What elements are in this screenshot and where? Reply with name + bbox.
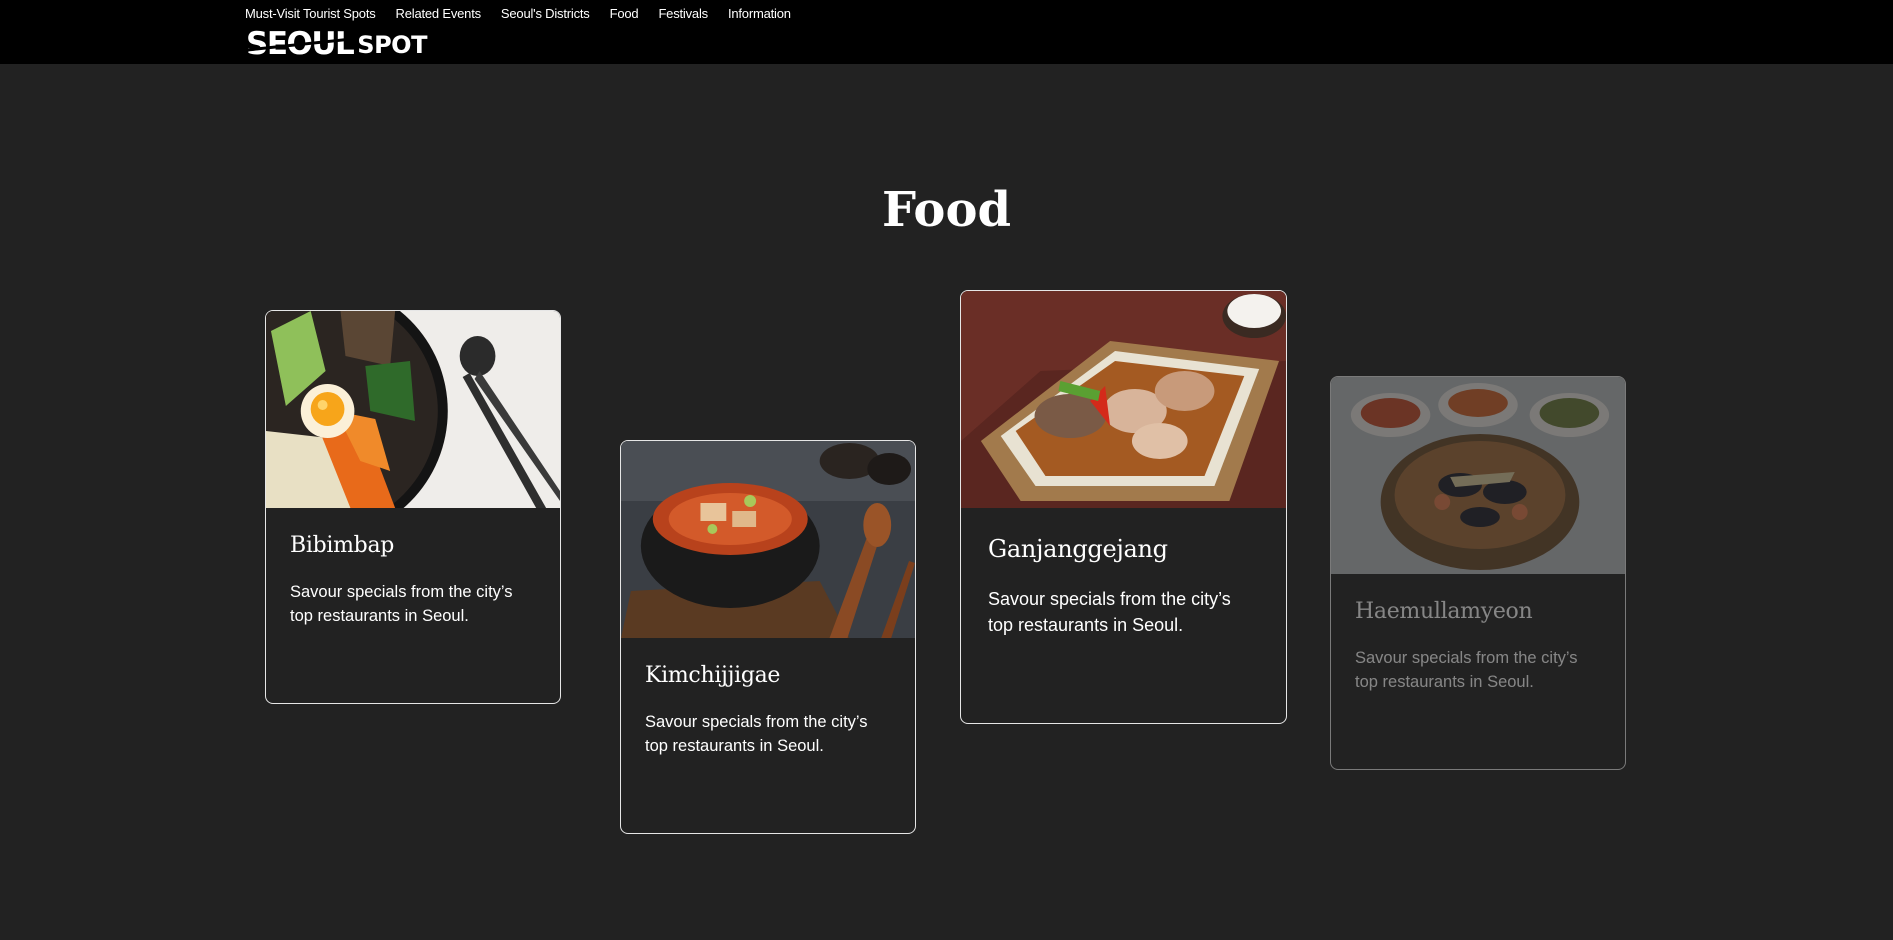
- card-title: Kimchijjigae: [645, 663, 781, 688]
- card-description: Savour specials from the city’s top rest…: [1355, 649, 1578, 691]
- card-title: Haemullamyeon: [1355, 599, 1533, 624]
- nav-item-must-visit-tourist-spots[interactable]: Must-Visit Tourist Spots: [245, 5, 376, 23]
- site-logo[interactable]: SEOUL SPOT: [246, 27, 427, 60]
- card-description: Savour specials from the city’s top rest…: [988, 589, 1231, 635]
- card-title: Ganjanggejang: [988, 535, 1168, 563]
- logo-secondary-text: SPOT: [357, 31, 427, 59]
- nav-item-festivals[interactable]: Festivals: [658, 5, 708, 23]
- nav-item-food[interactable]: Food: [610, 5, 639, 23]
- logo-primary-text: SEOUL: [246, 29, 355, 60]
- top-header: Must-Visit Tourist Spots Related Events …: [0, 0, 1893, 64]
- nav-item-related-events[interactable]: Related Events: [396, 5, 482, 23]
- food-card-haemullamyeon[interactable]: Haemullamyeon Savour specials from the c…: [1330, 376, 1626, 770]
- main-nav: Must-Visit Tourist Spots Related Events …: [245, 5, 791, 23]
- page-title: Food: [881, 182, 1012, 238]
- card-description: Savour specials from the city’s top rest…: [290, 583, 513, 625]
- nav-item-information[interactable]: Information: [728, 5, 791, 23]
- food-card-bibimbap[interactable]: Bibimbap Savour specials from the city’s…: [265, 310, 561, 704]
- food-card-kimchijjigae[interactable]: Kimchijjigae Savour specials from the ci…: [620, 440, 916, 834]
- kimchi-stew-photo-icon: [621, 441, 915, 638]
- card-description: Savour specials from the city’s top rest…: [645, 713, 868, 755]
- seafood-ramen-photo-icon: [1331, 377, 1625, 574]
- bibimbap-photo-icon: [266, 311, 560, 508]
- card-title: Bibimbap: [290, 533, 395, 558]
- soy-crab-photo-icon: [961, 291, 1286, 508]
- food-card-ganjanggejang[interactable]: Ganjanggejang Savour specials from the c…: [960, 290, 1287, 724]
- nav-item-seouls-districts[interactable]: Seoul's Districts: [501, 5, 590, 23]
